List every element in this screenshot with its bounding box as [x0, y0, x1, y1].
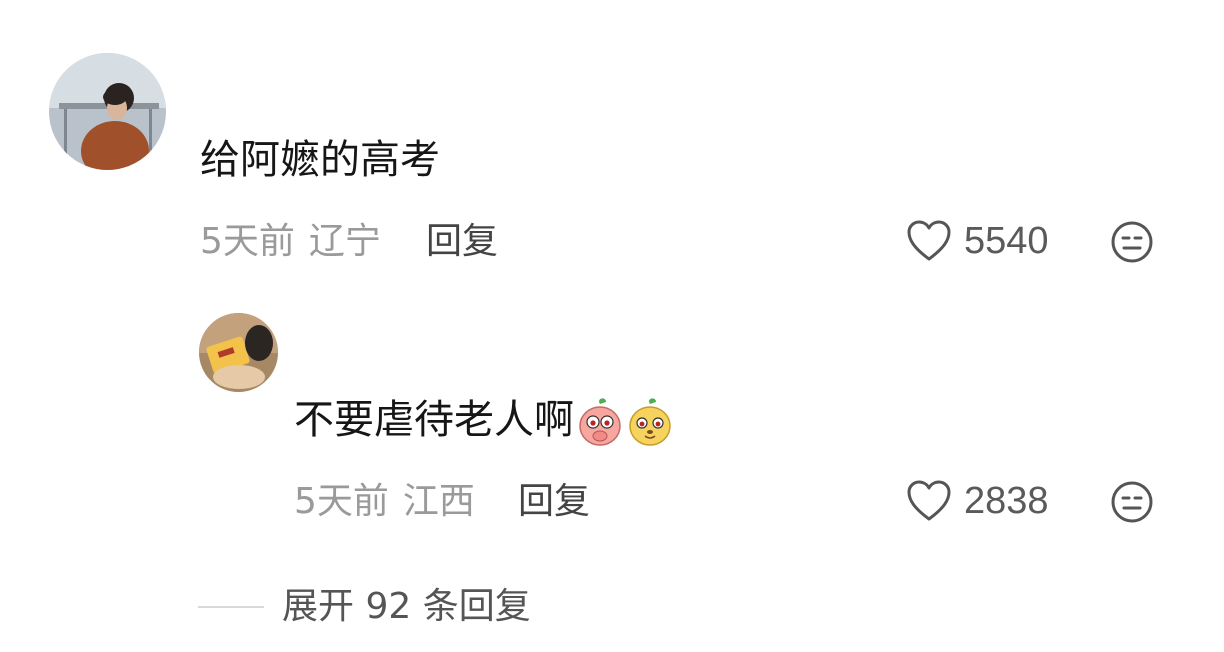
reply-like-button[interactable]: 2838 — [906, 479, 1049, 523]
avatar[interactable] — [49, 53, 166, 170]
comment-location: 辽宁 — [308, 221, 381, 262]
expand-replies-button[interactable]: 展开 92 条回复 — [198, 585, 531, 629]
comment-text: 给阿嬷的高考 — [200, 137, 440, 183]
reply-meta: 5天前 江西 — [294, 480, 475, 524]
peach-face-emoji — [579, 398, 621, 446]
expand-divider — [198, 606, 264, 608]
heart-icon — [907, 480, 951, 521]
heart-icon — [907, 220, 951, 261]
comment-time: 5天前 — [200, 221, 295, 262]
neutral-face-icon — [1111, 481, 1153, 523]
avatar-photo — [49, 53, 166, 170]
reply-like-count: 2838 — [964, 480, 1049, 522]
reply-avatar[interactable] — [199, 313, 278, 392]
yellow-face-emoji — [629, 398, 671, 446]
expand-replies-label: 展开 92 条回复 — [282, 586, 531, 627]
like-count: 5540 — [964, 220, 1049, 262]
like-button[interactable]: 5540 — [906, 219, 1049, 263]
comment-meta: 5天前 辽宁 — [200, 220, 381, 264]
avatar-photo — [199, 313, 278, 392]
reply-time: 5天前 — [294, 481, 389, 522]
comment-thread: 给阿嬷的高考 5天前 辽宁 回复 5540 不要虐待老人啊 5天前 江西 回复 … — [0, 0, 1224, 652]
reply-location: 江西 — [402, 481, 475, 522]
reply-button[interactable]: 回复 — [426, 220, 498, 264]
reply-to-reply-button[interactable]: 回复 — [518, 480, 590, 524]
dislike-button[interactable] — [1110, 220, 1154, 264]
neutral-face-icon — [1111, 221, 1153, 263]
reply-text: 不要虐待老人啊 — [294, 394, 674, 448]
reply-text-content: 不要虐待老人啊 — [294, 397, 574, 443]
reply-dislike-button[interactable] — [1110, 480, 1154, 524]
